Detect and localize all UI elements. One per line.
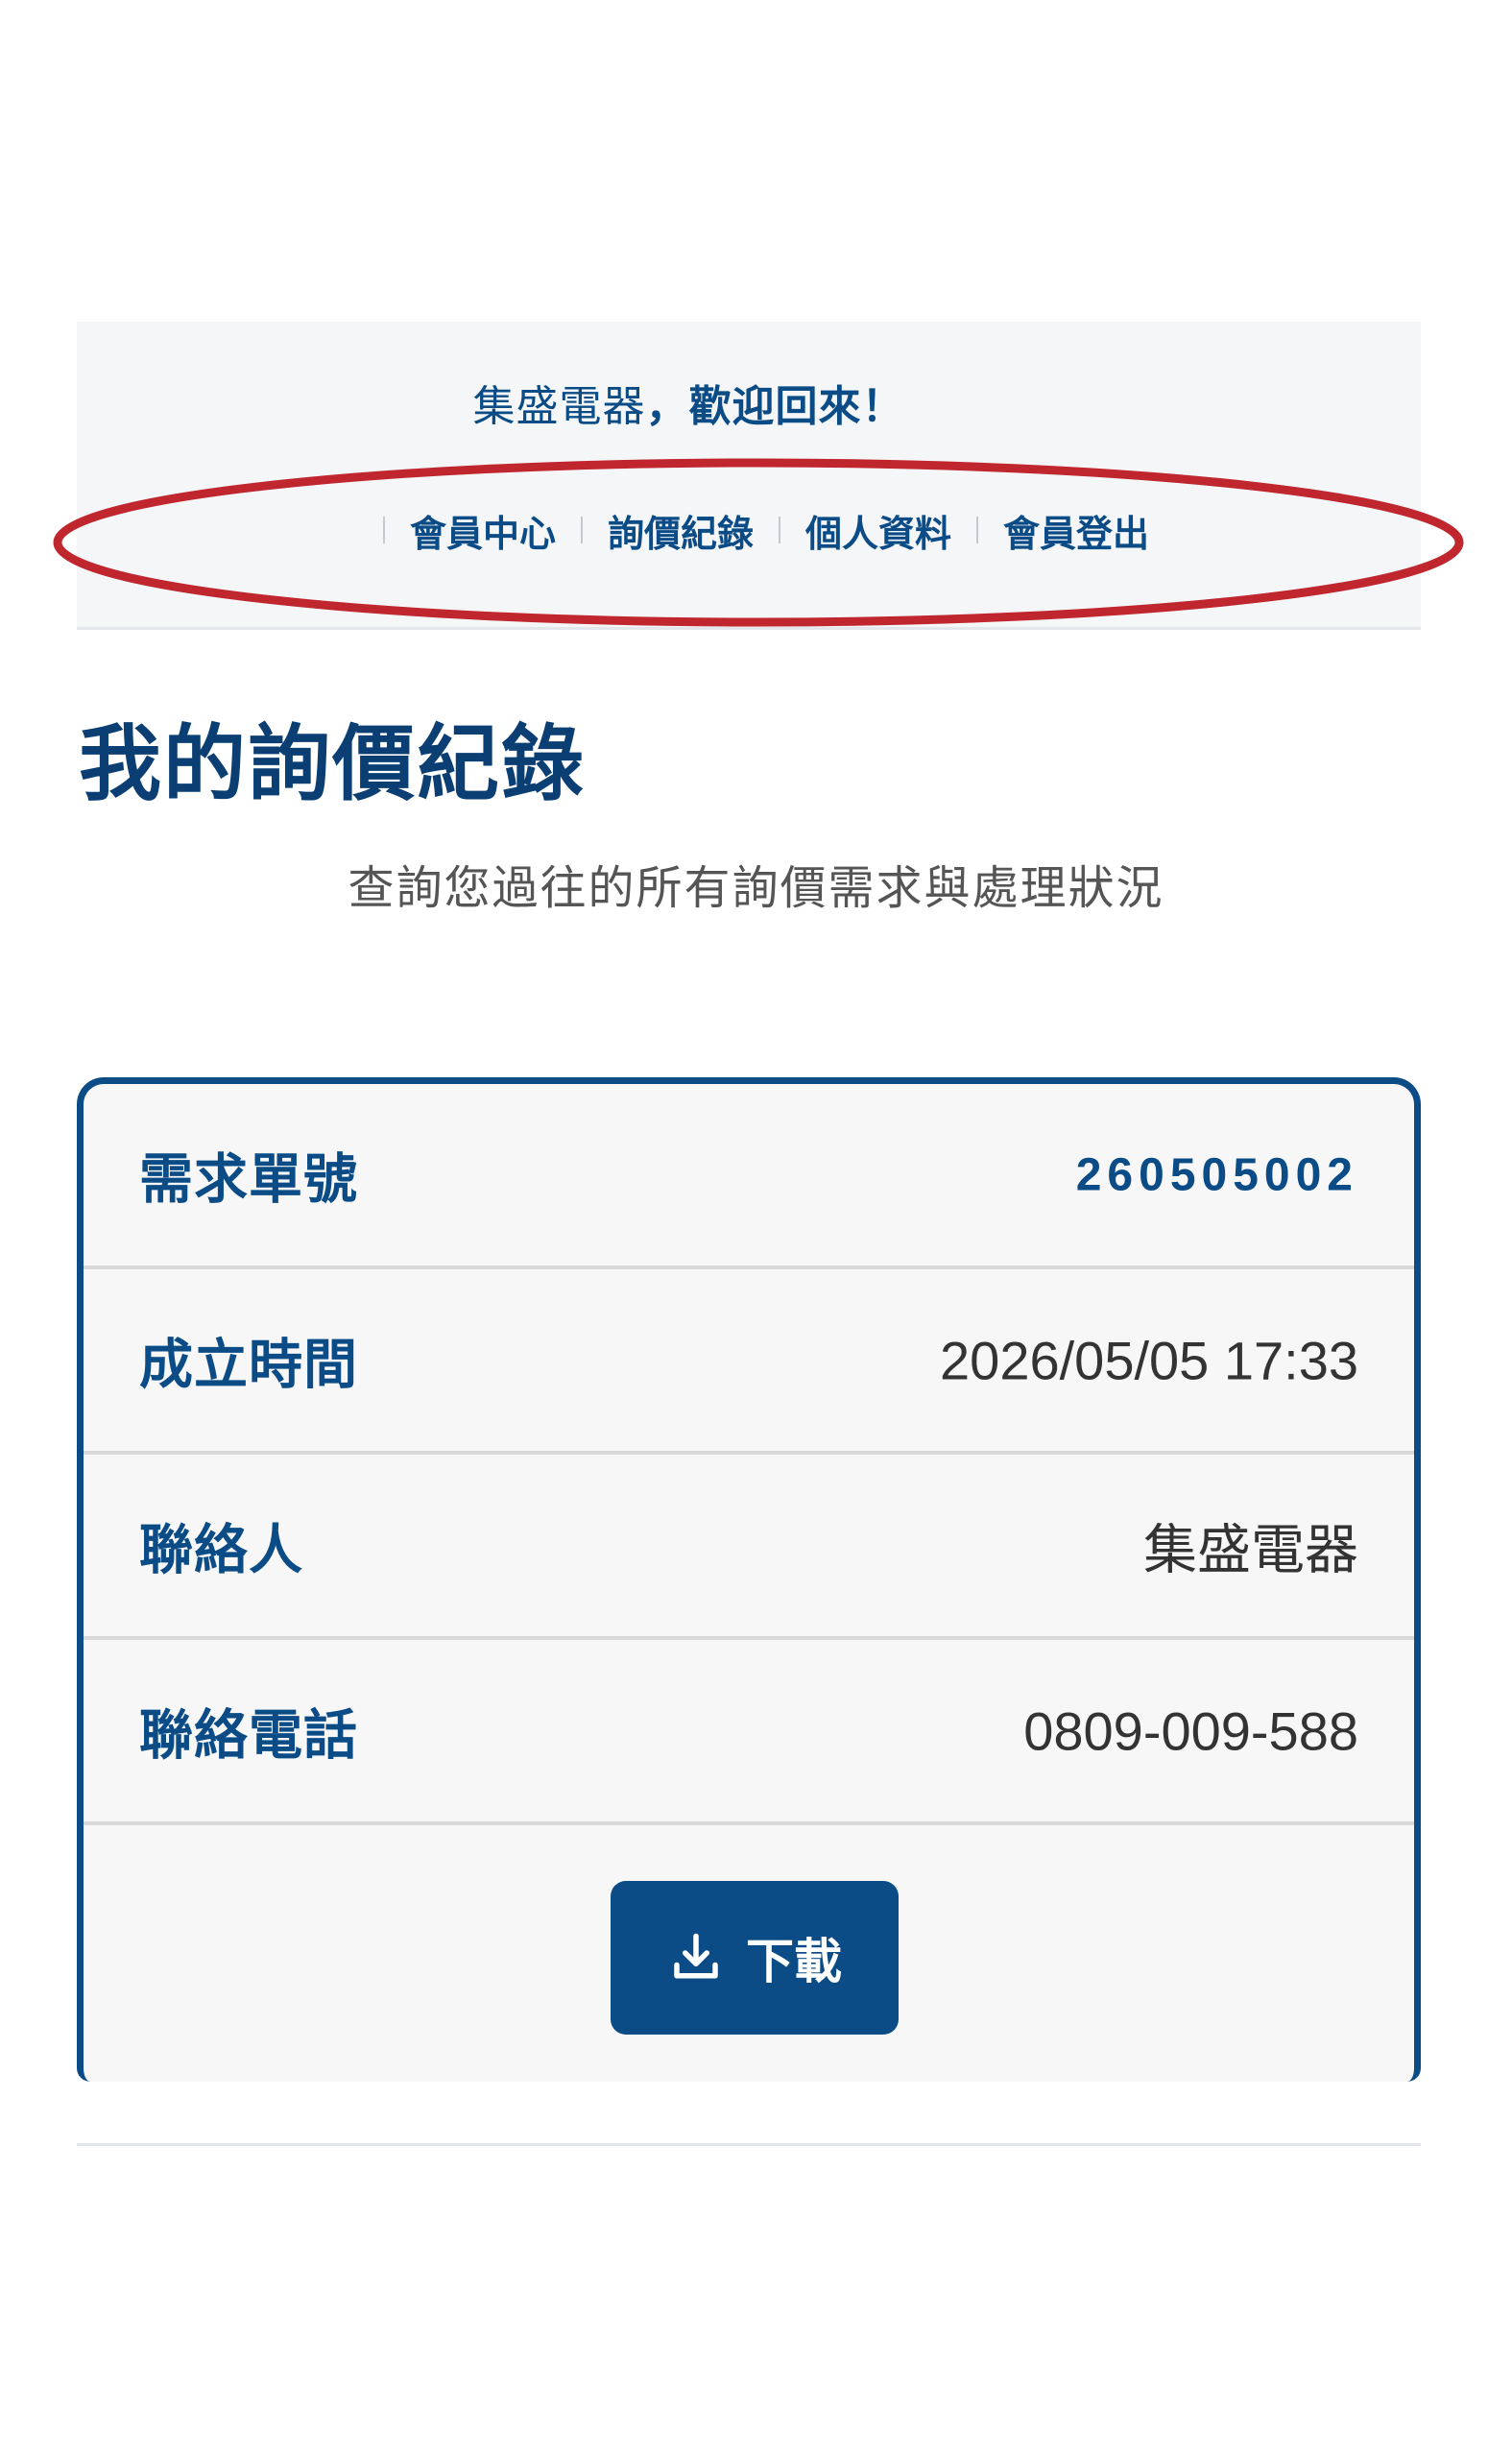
record-row-order-number: 需求單號 260505002 — [84, 1084, 1414, 1269]
download-button[interactable]: 下載 — [611, 1881, 899, 2035]
nav-logout[interactable]: 會員登出 — [1003, 504, 1149, 557]
contact-phone-value: 0809-009-588 — [1023, 1700, 1358, 1761]
inquiry-record-card: 需求單號 260505002 成立時間 2026/05/05 17:33 聯絡人… — [77, 1077, 1421, 2082]
order-number-value: 260505002 — [1075, 1149, 1358, 1200]
nav-separator — [580, 517, 583, 543]
nav-separator — [976, 517, 979, 543]
contact-phone-label: 聯絡電話 — [139, 1704, 358, 1767]
nav-member-center[interactable]: 會員中心 — [410, 504, 556, 557]
greeting-text: ，歡迎回來！ — [645, 382, 905, 431]
member-header: 集盛電器，歡迎回來！ 會員中心 詢價紀錄 個人資料 會員登出 — [77, 322, 1421, 630]
nav-inquiry-records[interactable]: 詢價紀錄 — [608, 504, 754, 557]
download-button-label: 下載 — [746, 1935, 842, 1988]
bottom-divider — [77, 2143, 1421, 2146]
created-time-value: 2026/05/05 17:33 — [940, 1330, 1358, 1390]
contact-person-value: 集盛電器 — [1143, 1519, 1358, 1579]
nav-separator — [779, 517, 780, 543]
greeting-company-name: 集盛電器 — [472, 382, 646, 431]
welcome-message: 集盛電器，歡迎回來！ — [77, 372, 1301, 433]
created-time-label: 成立時間 — [139, 1334, 358, 1396]
member-nav: 會員中心 詢價紀錄 個人資料 會員登出 — [77, 504, 1430, 557]
order-number-label: 需求單號 — [139, 1148, 358, 1211]
record-row-contact-phone: 聯絡電話 0809-009-588 — [84, 1640, 1414, 1825]
contact-person-label: 聯絡人 — [139, 1519, 303, 1581]
page-subtitle: 查詢您過往的所有詢價需求與處理狀況 — [348, 861, 1164, 915]
nav-separator — [382, 517, 385, 543]
record-row-created-time: 成立時間 2026/05/05 17:33 — [84, 1269, 1414, 1455]
page-title: 我的詢價紀錄 — [79, 716, 586, 812]
nav-profile[interactable]: 個人資料 — [805, 504, 951, 557]
download-icon — [674, 1933, 718, 1979]
record-row-contact-person: 聯絡人 集盛電器 — [84, 1455, 1414, 1640]
